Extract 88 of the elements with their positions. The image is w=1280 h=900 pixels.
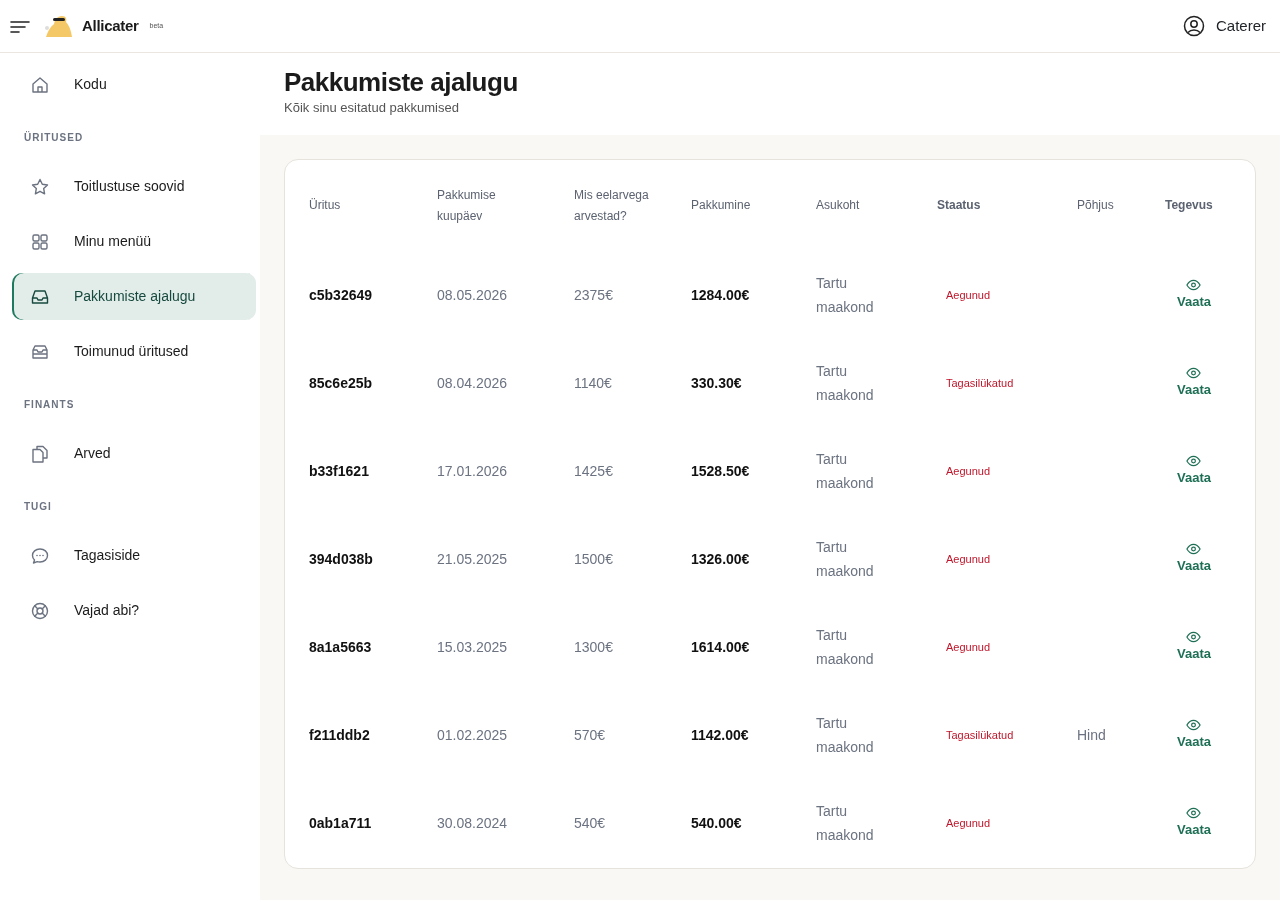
sidebar-item[interactable]: Toitlustuse soovid [12,163,256,210]
sidebar-item[interactable]: Pakkumiste ajalugu [12,273,256,320]
table-cell-text: 1614.00€ [691,637,750,657]
table-cell-text: Hind [1077,725,1106,745]
documents-icon [30,443,50,464]
status-label: Tagasilükatud [945,728,1014,744]
table-cell-text: Tartu maakond [816,361,875,405]
column-header: Pakkumise kuupäev [437,187,497,225]
sidebar-item[interactable]: Toimunud üritused [12,328,256,375]
table-cell-text: 1142.00€ [691,725,749,745]
user-icon [1182,15,1205,37]
table-cell-text: Tartu maakond [816,801,875,845]
sidebar-item[interactable]: Kodu [12,61,256,108]
column-header: Pakkumine [691,197,751,215]
sidebar-item[interactable]: Minu menüü [12,218,256,265]
column-header: Tegevus [1165,197,1213,215]
status-label: Aegunud [945,288,991,304]
table-cell-text: b33f1621 [309,461,369,481]
view-button[interactable]: Vaata [1177,718,1211,753]
sidebar-item[interactable]: Vajad abi? [12,587,256,634]
table-cell-text: 08.05.2026 [437,285,508,305]
column-header: Asukoht [816,197,860,215]
eye-icon [1186,718,1202,731]
table-cell-text: 30.08.2024 [437,813,508,833]
table-cell-text: 0ab1a711 [309,813,372,833]
brand-name[interactable]: Allicater [82,14,139,38]
table-cell-text: 1425€ [574,461,613,481]
star-icon [30,176,50,197]
view-button[interactable]: Vaata [1177,630,1211,665]
table-cell-text: 540€ [574,813,606,833]
column-header: Mis eelarvega arvestad? [574,187,650,225]
status-label: Aegunud [945,640,991,656]
table-cell-text: 08.04.2026 [437,373,508,393]
table-cell-text: 1300€ [574,637,613,657]
chat-icon [30,545,50,566]
eye-icon [1186,630,1202,643]
status-label: Aegunud [945,464,991,480]
table-cell-text: 8a1a5663 [309,637,372,657]
table-cell-text: 1500€ [574,549,613,569]
table-cell-text: c5b32649 [309,285,373,305]
table-cell-text: 17.01.2026 [437,461,508,481]
status-label: Aegunud [945,552,991,568]
column-header: Staatus [937,197,981,215]
sidebar-item[interactable]: Tagasiside [12,532,256,579]
table-cell-text: 01.02.2025 [437,725,508,745]
view-button[interactable]: Vaata [1177,542,1211,577]
home-icon [30,74,50,95]
table-cell-text: 1326.00€ [691,549,750,569]
column-header: Põhjus [1077,197,1114,215]
table-cell-text: 15.03.2025 [437,637,508,657]
eye-icon [1186,454,1202,467]
grid-icon [30,231,50,252]
view-button[interactable]: Vaata [1177,366,1211,401]
column-header: Üritus [309,197,341,215]
table-cell-text: 330.30€ [691,373,742,393]
table-cell-text: 394d038b [309,549,373,569]
status-label: Aegunud [945,816,991,832]
table-cell-text: 2375€ [574,285,613,305]
lifebuoy-icon [30,600,50,621]
table-cell-text: 1528.50€ [691,461,750,481]
page-subtitle: Kõik sinu esitatud pakkumised [284,99,460,118]
eye-icon [1186,366,1202,379]
section-heading: TUGI [23,500,53,514]
eye-icon [1186,278,1202,291]
eye-icon [1186,806,1202,819]
section-heading: ÜRITUSED [23,130,85,145]
section-heading: FINANTS [23,398,76,412]
logo-icon [42,13,74,39]
table-cell-text: Tartu maakond [816,449,875,493]
table-cell-text: 540.00€ [691,813,742,833]
table-cell-text: 85c6e25b [309,373,373,393]
table-cell-text: Tartu maakond [816,537,875,581]
view-button[interactable]: Vaata [1177,454,1211,489]
page-title: Pakkumiste ajalugu [284,67,519,99]
table-cell-text: Tartu maakond [816,713,875,757]
table-cell-text: 570€ [574,725,606,745]
view-button[interactable]: Vaata [1177,806,1211,841]
view-button[interactable]: Vaata [1177,278,1211,313]
status-label: Tagasilükatud [945,376,1014,392]
table-cell-text: 21.05.2025 [437,549,508,569]
table-cell-text: 1140€ [574,373,612,393]
table-cell-text: Tartu maakond [816,625,875,669]
table-cell-text: f211ddb2 [309,725,370,745]
eye-icon [1186,542,1202,555]
user-button[interactable]: Caterer [1182,14,1266,38]
table-cell-text: Tartu maakond [816,273,875,317]
sidebar-item[interactable]: Arved [12,430,256,477]
table-cell-text: 1284.00€ [691,285,750,305]
